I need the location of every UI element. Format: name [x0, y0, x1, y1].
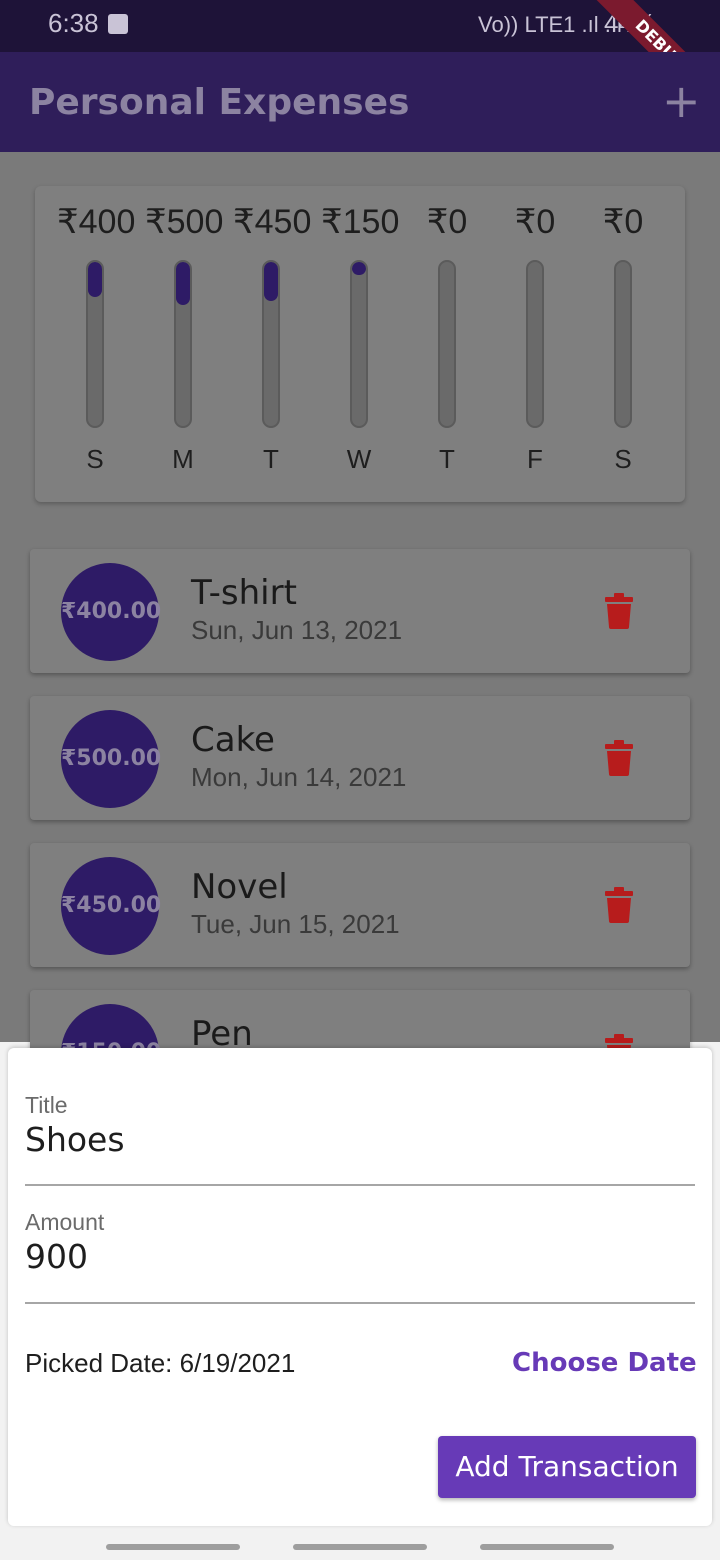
page-title: Personal Expenses	[29, 82, 410, 123]
chart-amount-label: ₹0	[426, 203, 468, 241]
app-bar: Personal Expenses +	[0, 52, 720, 152]
chart-bar-track	[174, 260, 192, 428]
title-field[interactable]: Title Shoes	[25, 1092, 695, 1186]
transaction-card: ₹400.00 T-shirt Sun, Jun 13, 2021	[30, 549, 690, 673]
gesture-nav-bar	[0, 1532, 720, 1560]
amount-avatar: ₹400.00	[61, 563, 161, 661]
chart-amount-label: ₹150	[321, 203, 400, 241]
chart-bar-track	[526, 260, 544, 428]
gallery-icon	[108, 14, 128, 34]
chart-amount-label: ₹450	[233, 203, 312, 241]
chart-bar-fill	[88, 262, 102, 297]
amount-avatar: ₹500.00	[61, 710, 161, 808]
chart-amount-label: ₹500	[145, 203, 224, 241]
chart-bar-track	[614, 260, 632, 428]
transaction-title: Cake	[191, 720, 275, 760]
amount-field-value[interactable]: 900	[25, 1237, 88, 1276]
picked-date-text: Picked Date: 6/19/2021	[25, 1348, 296, 1378]
signal-icon: Vo)) LTE1 .ıl .ıl	[478, 12, 622, 37]
transaction-date: Sun, Jun 13, 2021	[191, 615, 403, 645]
chart-day-label: S	[614, 444, 632, 474]
chart-day-label: T	[439, 444, 455, 474]
chart-bar-fill	[176, 262, 190, 306]
chart-day-label: W	[346, 444, 372, 474]
chart-amount-label: ₹0	[602, 203, 644, 241]
chart-day-label: T	[263, 444, 279, 474]
delete-icon[interactable]	[604, 887, 634, 923]
weekly-chart: ₹400 S ₹500 M ₹450 T ₹150 W ₹0 T ₹0 F ₹0…	[35, 186, 685, 502]
transaction-date: Tue, Jun 15, 2021	[191, 909, 400, 939]
chart-day-label: S	[86, 444, 104, 474]
chart-day-label: F	[527, 444, 543, 474]
amount-field[interactable]: Amount 900	[25, 1209, 695, 1304]
amount-avatar: ₹450.00	[61, 857, 161, 955]
chart-bar-fill	[352, 262, 366, 275]
chart-bar-track	[86, 260, 104, 428]
transaction-title: Novel	[191, 867, 288, 907]
title-field-value[interactable]: Shoes	[25, 1120, 125, 1159]
delete-icon[interactable]	[604, 740, 634, 776]
chart-bar-track	[350, 260, 368, 428]
nav-back-handle[interactable]	[480, 1544, 614, 1550]
title-field-label: Title	[25, 1092, 68, 1118]
delete-icon[interactable]	[604, 593, 634, 629]
chart-amount-label: ₹0	[514, 203, 556, 241]
new-transaction-sheet: Title Shoes Amount 900 Picked Date: 6/19…	[8, 1048, 712, 1526]
chart-bar-track	[438, 260, 456, 428]
choose-date-button[interactable]: Choose Date	[512, 1348, 697, 1378]
chart-day-label: M	[172, 444, 194, 474]
transaction-title: T-shirt	[191, 573, 297, 613]
chart-amount-label: ₹400	[57, 203, 136, 241]
add-transaction-button[interactable]: Add Transaction	[438, 1436, 696, 1498]
status-time: 6:38	[48, 8, 99, 38]
transaction-date: Mon, Jun 14, 2021	[191, 762, 407, 792]
transaction-card: ₹500.00 Cake Mon, Jun 14, 2021	[30, 696, 690, 820]
chart-bar-track	[262, 260, 280, 428]
nav-recents-handle[interactable]	[106, 1544, 240, 1550]
chart-bar-fill	[264, 262, 278, 301]
transaction-card: ₹450.00 Novel Tue, Jun 15, 2021	[30, 843, 690, 967]
add-icon[interactable]: +	[662, 74, 701, 128]
nav-home-handle[interactable]	[293, 1544, 427, 1550]
amount-field-label: Amount	[25, 1209, 105, 1235]
